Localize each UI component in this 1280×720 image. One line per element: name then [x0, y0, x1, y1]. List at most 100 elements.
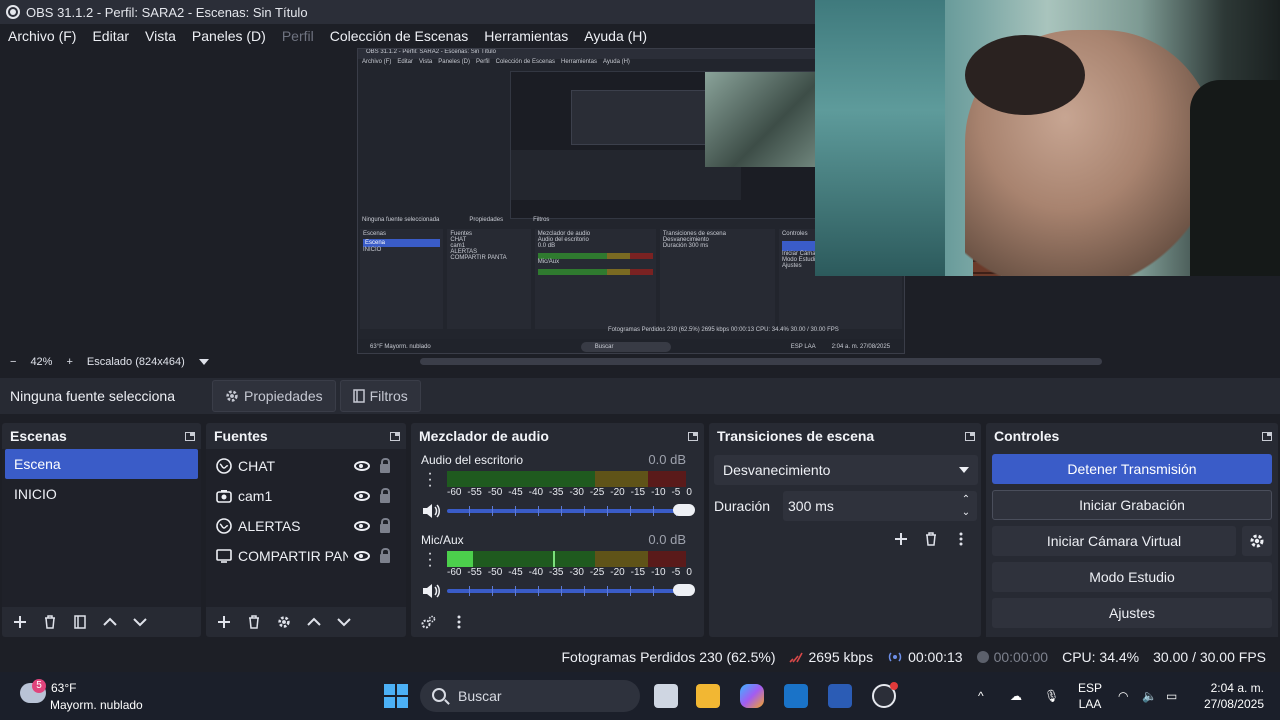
undock-icon[interactable] [185, 431, 195, 441]
volume-slider[interactable] [447, 504, 695, 516]
zoom-in-button[interactable]: + [66, 356, 72, 368]
mixer-channel-mic-aux: Mic/Aux 0.0 dB · · · -60 -55 -50 -45 -40 -35 -30… [411, 529, 704, 609]
nested-taskbar: 63°F Mayorm. nublado Buscar ESP LAA 2:04… [358, 339, 904, 353]
scaling-dropdown-icon[interactable] [198, 359, 209, 365]
move-source-down-button[interactable] [332, 610, 356, 634]
properties-button[interactable]: Propiedades [212, 380, 336, 412]
channel-menu-icon[interactable]: · · · [425, 466, 435, 494]
undock-icon[interactable] [688, 431, 698, 441]
undock-icon[interactable] [1262, 431, 1272, 441]
clock[interactable]: 2:04 a. m. 27/08/2025 [1204, 680, 1264, 712]
filters-button[interactable]: Filtros [339, 380, 421, 412]
scene-item-escena[interactable]: Escena [5, 449, 198, 479]
scene-filters-button[interactable] [68, 610, 92, 634]
volume-slider-knob[interactable] [673, 504, 695, 516]
preview-horizontal-scrollbar[interactable] [420, 358, 1102, 365]
lock-icon[interactable] [380, 458, 390, 473]
zoom-out-button[interactable]: − [10, 356, 16, 368]
volume-icon[interactable]: 🔈 [1142, 672, 1157, 720]
nested-dock-scenes: Escenas Escena INICIO [360, 229, 444, 329]
mixer-toolbar [411, 607, 704, 637]
transition-select[interactable]: Desvanecimiento [714, 455, 978, 485]
word-icon[interactable] [828, 684, 852, 708]
studio-mode-button[interactable]: Modo Estudio [992, 562, 1272, 592]
task-view-icon[interactable] [654, 684, 678, 708]
volume-slider-knob[interactable] [673, 584, 695, 596]
weather-widget[interactable]: 5 63°F Mayorm. nublado [18, 677, 178, 715]
nested-no-source: Ninguna fuente seleccionada [362, 217, 440, 223]
visibility-eye-icon[interactable] [354, 461, 370, 471]
nested-stats: Fotogramas Perdidos 230 (62.5%) 2695 kbp… [608, 327, 839, 333]
lock-icon[interactable] [380, 488, 390, 503]
audio-mixer-dock: Mezclador de audio Audio del escritorio … [411, 423, 704, 637]
webcam-background-wall [815, 0, 945, 276]
clock-date: 27/08/2025 [1203, 697, 1264, 711]
source-item-compartir-pantalla[interactable]: COMPARTIR PANTALLA [206, 541, 406, 571]
visibility-eye-icon[interactable] [354, 551, 370, 561]
add-scene-button[interactable] [8, 610, 32, 634]
nested-trans-duration: Duración 300 ms [663, 243, 772, 249]
remove-transition-button[interactable] [919, 527, 943, 551]
nested-mixer-db: 0.0 dB [537, 243, 556, 249]
remove-source-button[interactable] [242, 610, 266, 634]
tray-chevron-up-icon[interactable]: ^ [978, 672, 984, 720]
file-explorer-icon[interactable] [696, 684, 720, 708]
source-item-cam1[interactable]: cam1 [206, 481, 406, 511]
lock-icon[interactable] [380, 548, 390, 563]
visibility-eye-icon[interactable] [354, 491, 370, 501]
battery-icon[interactable]: ▭ [1166, 672, 1177, 720]
duration-spinbox[interactable]: 300 ms ⌃ ⌄ [783, 491, 977, 521]
speaker-icon[interactable] [421, 583, 441, 599]
copilot-icon[interactable] [740, 684, 764, 708]
source-item-alertas[interactable]: ALERTAS [206, 511, 406, 541]
spin-arrows-icon[interactable]: ⌃ ⌄ [959, 493, 973, 519]
windows-start-icon[interactable] [384, 684, 408, 708]
stream-time-indicator: 00:00:13 [887, 649, 963, 665]
move-scene-up-button[interactable] [98, 610, 122, 634]
outlook-icon[interactable] [784, 684, 808, 708]
mixer-menu-button[interactable] [447, 610, 471, 634]
language-indicator[interactable]: ESP LAA [1078, 680, 1102, 712]
settings-button[interactable]: Ajustes [992, 598, 1272, 628]
meter-scale-label: -50 [487, 567, 503, 578]
menu-coleccion-escenas[interactable]: Colección de Escenas [322, 28, 477, 44]
add-source-button[interactable] [212, 610, 236, 634]
webcam-chair [1190, 80, 1280, 276]
source-properties-button[interactable] [272, 610, 296, 634]
microphone-icon[interactable]: 🎙 [1044, 672, 1059, 720]
nested-menu-item: Herramientas [561, 59, 598, 65]
transition-menu-button[interactable] [949, 527, 973, 551]
menu-paneles[interactable]: Paneles (D) [184, 28, 274, 44]
fps: 30.00 / 30.00 FPS [1153, 649, 1266, 665]
menu-ayuda[interactable]: Ayuda (H) [576, 28, 655, 44]
meter-scale-label: -10 [651, 567, 666, 578]
start-recording-button[interactable]: Iniciar Grabación [992, 490, 1272, 520]
volume-slider[interactable] [447, 584, 695, 596]
menu-archivo[interactable]: Archivo (F) [0, 28, 84, 44]
channel-menu-icon[interactable]: · · · [425, 546, 435, 574]
onedrive-cloud-icon[interactable]: ☁ [1010, 672, 1022, 720]
chevron-down-icon [959, 467, 969, 473]
taskbar-search-box[interactable]: Buscar [420, 680, 640, 712]
advanced-audio-properties-button[interactable] [417, 610, 441, 634]
add-transition-button[interactable] [889, 527, 913, 551]
menu-herramientas[interactable]: Herramientas [476, 28, 576, 44]
lock-icon[interactable] [380, 518, 390, 533]
menu-editar[interactable]: Editar [84, 28, 137, 44]
virtual-camera-settings-button[interactable] [1242, 526, 1272, 556]
start-virtual-camera-button[interactable]: Iniciar Cámara Virtual [992, 526, 1236, 556]
undock-icon[interactable] [965, 431, 975, 441]
move-scene-down-button[interactable] [128, 610, 152, 634]
scene-item-inicio[interactable]: INICIO [5, 479, 198, 509]
wifi-icon[interactable]: ◠ [1118, 672, 1128, 720]
visibility-eye-icon[interactable] [354, 521, 370, 531]
menu-vista[interactable]: Vista [137, 28, 184, 44]
undock-icon[interactable] [390, 431, 400, 441]
remove-scene-button[interactable] [38, 610, 62, 634]
move-source-up-button[interactable] [302, 610, 326, 634]
speaker-icon[interactable] [421, 503, 441, 519]
transitions-title: Transiciones de escena [717, 428, 875, 444]
source-item-chat[interactable]: CHAT [206, 451, 406, 481]
stop-stream-button[interactable]: Detener Transmisión [992, 454, 1272, 484]
nested-deep-panel [571, 90, 711, 145]
